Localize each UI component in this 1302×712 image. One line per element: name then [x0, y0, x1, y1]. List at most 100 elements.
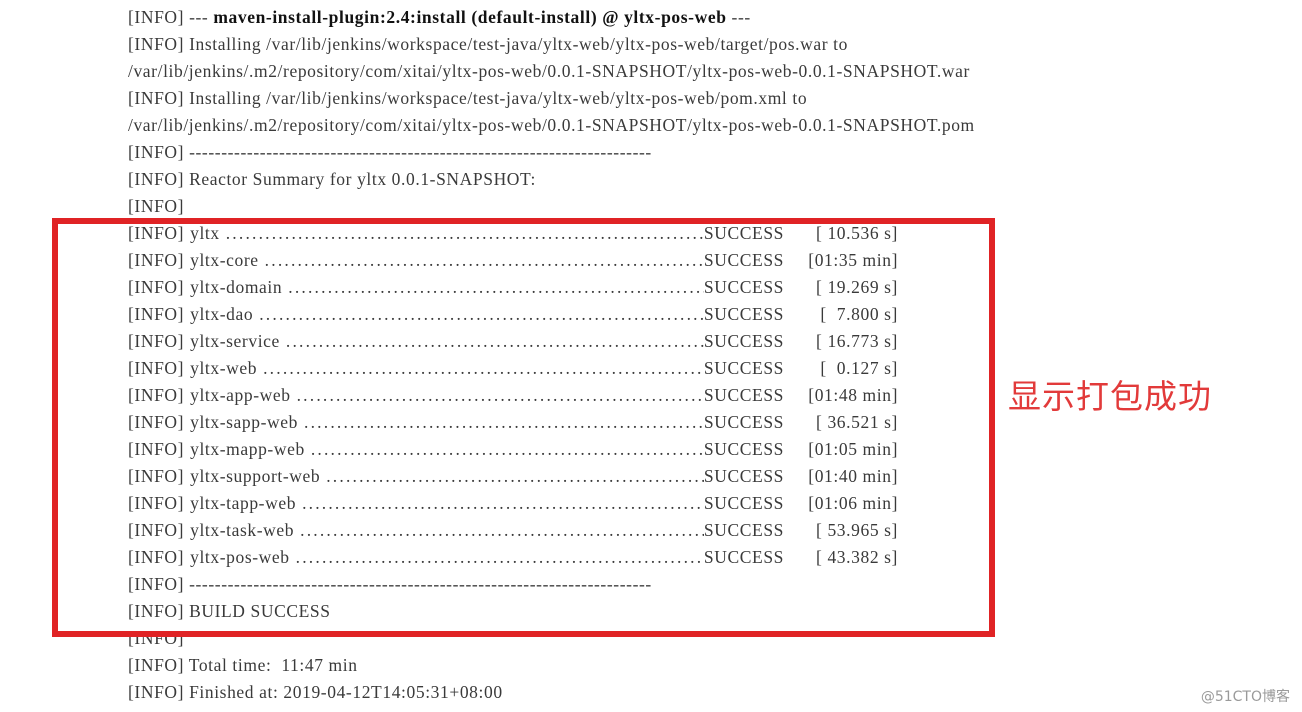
- reactor-module-name: yltx-support-web: [190, 466, 321, 486]
- reactor-module-duration: [01:40 min]: [808, 466, 898, 486]
- dotted-leader: ........................................…: [288, 277, 704, 297]
- log-line: [INFO] Finished at: 2019-04-12T14:05:31+…: [128, 679, 503, 706]
- log-goal-suffix: ---: [726, 7, 751, 27]
- log-message: Reactor Summary for yltx 0.0.1-SNAPSHOT:: [184, 169, 536, 189]
- dotted-leader: ........................................…: [304, 412, 704, 432]
- dotted-leader: ........................................…: [263, 358, 704, 378]
- log-message: Finished at: 2019-04-12T14:05:31+08:00: [184, 682, 503, 702]
- reactor-module-duration: [ 43.382 s]: [816, 547, 898, 567]
- log-level-tag: [INFO]: [128, 466, 185, 486]
- reactor-module-duration: [ 19.269 s]: [816, 277, 898, 297]
- reactor-module-row: [INFO] yltx-tapp-web.....................…: [128, 490, 898, 517]
- reactor-module-status: SUCCESS: [703, 520, 784, 540]
- reactor-module-name: yltx-task-web: [190, 520, 295, 540]
- reactor-module-duration: [01:05 min]: [808, 439, 898, 459]
- log-level-tag: [INFO]: [128, 547, 185, 567]
- log-line: [INFO] Installing /var/lib/jenkins/works…: [128, 85, 807, 112]
- log-level-tag: [INFO]: [128, 439, 185, 459]
- reactor-module-name: yltx-dao: [190, 304, 254, 324]
- log-level-tag: [INFO]: [128, 358, 185, 378]
- log-message: Installing /var/lib/jenkins/workspace/te…: [184, 34, 848, 54]
- log-level-tag: [INFO]: [128, 196, 185, 216]
- log-line: [INFO] BUILD SUCCESS: [128, 598, 331, 625]
- reactor-module-name: yltx-pos-web: [190, 547, 290, 567]
- reactor-module-duration: [01:35 min]: [808, 250, 898, 270]
- dotted-leader: ........................................…: [296, 385, 704, 405]
- reactor-module-row: [INFO] yltx-pos-web......................…: [128, 544, 898, 571]
- reactor-module-status: SUCCESS: [703, 466, 784, 486]
- reactor-module-duration: [ 0.127 s]: [820, 358, 898, 378]
- dotted-leader: ........................................…: [285, 331, 704, 351]
- log-goal-name: maven-install-plugin:2.4:install (defaul…: [213, 7, 727, 27]
- log-level-tag: [INFO]: [128, 412, 185, 432]
- dotted-leader: ........................................…: [300, 520, 704, 540]
- log-level-tag: [INFO]: [128, 142, 185, 162]
- log-message: BUILD SUCCESS: [184, 601, 331, 621]
- dotted-leader: ........................................…: [259, 304, 704, 324]
- reactor-module-duration: [ 7.800 s]: [820, 304, 898, 324]
- log-line: [INFO]: [128, 193, 184, 220]
- reactor-module-row: [INFO] yltx-dao..........................…: [128, 301, 898, 328]
- dotted-leader: ........................................…: [310, 439, 704, 459]
- reactor-module-status: SUCCESS: [703, 277, 784, 297]
- reactor-module-status: SUCCESS: [703, 304, 784, 324]
- reactor-module-status: SUCCESS: [703, 493, 784, 513]
- reactor-module-status: SUCCESS: [703, 412, 784, 432]
- reactor-module-name: yltx-mapp-web: [190, 439, 305, 459]
- watermark: @51CTO博客: [1200, 689, 1290, 705]
- reactor-module-row: [INFO] yltx-service......................…: [128, 328, 898, 355]
- reactor-module-status: SUCCESS: [703, 385, 784, 405]
- log-level-tag: [INFO]: [128, 250, 185, 270]
- dotted-leader: ........................................…: [326, 466, 704, 486]
- reactor-module-row: [INFO] yltx..............................…: [128, 220, 898, 247]
- reactor-module-duration: [01:06 min]: [808, 493, 898, 513]
- annotation-build-success-label: 显示打包成功: [1008, 377, 1212, 416]
- log-message: Total time: 11:47 min: [184, 655, 358, 675]
- reactor-module-row: [INFO] yltx-task-web.....................…: [128, 517, 898, 544]
- maven-build-console: [INFO] --- maven-install-plugin:2.4:inst…: [0, 0, 1302, 712]
- log-level-tag: [INFO]: [128, 34, 185, 54]
- reactor-module-row: [INFO] yltx-mapp-web.....................…: [128, 436, 898, 463]
- reactor-module-row: [INFO] yltx-core.........................…: [128, 247, 898, 274]
- reactor-module-name: yltx-domain: [190, 277, 283, 297]
- log-line: [INFO] Reactor Summary for yltx 0.0.1-SN…: [128, 166, 536, 193]
- log-level-tag: [INFO]: [128, 628, 185, 648]
- log-line: /var/lib/jenkins/.m2/repository/com/xita…: [128, 112, 975, 139]
- log-level-tag: [INFO]: [128, 331, 185, 351]
- reactor-module-name: yltx-sapp-web: [190, 412, 299, 432]
- log-level-tag: [INFO]: [128, 655, 185, 675]
- reactor-module-name: yltx-app-web: [190, 385, 291, 405]
- dotted-leader: ........................................…: [302, 493, 704, 513]
- log-level-tag: [INFO]: [128, 88, 185, 108]
- reactor-module-duration: [ 10.536 s]: [816, 223, 898, 243]
- reactor-module-name: yltx-tapp-web: [190, 493, 297, 513]
- reactor-module-status: SUCCESS: [703, 223, 784, 243]
- log-level-tag: [INFO]: [128, 520, 185, 540]
- reactor-module-duration: [ 36.521 s]: [816, 412, 898, 432]
- log-message: /var/lib/jenkins/.m2/repository/com/xita…: [128, 61, 970, 81]
- log-line: [INFO] ---------------------------------…: [128, 571, 652, 598]
- log-level-tag: [INFO]: [128, 223, 185, 243]
- log-message: ----------------------------------------…: [184, 574, 652, 594]
- reactor-module-status: SUCCESS: [703, 331, 784, 351]
- reactor-module-name: yltx-web: [190, 358, 258, 378]
- log-line: [INFO]: [128, 625, 184, 652]
- dotted-leader: ........................................…: [264, 250, 704, 270]
- reactor-module-duration: [01:48 min]: [808, 385, 898, 405]
- log-level-tag: [INFO]: [128, 277, 185, 297]
- log-level-tag: [INFO]: [128, 493, 185, 513]
- log-message: Installing /var/lib/jenkins/workspace/te…: [184, 88, 808, 108]
- reactor-module-status: SUCCESS: [703, 439, 784, 459]
- log-level-tag: [INFO]: [128, 169, 185, 189]
- reactor-module-name: yltx: [190, 223, 220, 243]
- log-level-tag: [INFO]: [128, 682, 185, 702]
- log-message: /var/lib/jenkins/.m2/repository/com/xita…: [128, 115, 975, 135]
- log-line: [INFO] --- maven-install-plugin:2.4:inst…: [128, 4, 751, 31]
- reactor-module-row: [INFO] yltx-web..........................…: [128, 355, 898, 382]
- reactor-module-row: [INFO] yltx-support-web..................…: [128, 463, 898, 490]
- dotted-leader: ........................................…: [295, 547, 704, 567]
- log-level-tag: [INFO]: [128, 385, 185, 405]
- log-message: ----------------------------------------…: [184, 142, 652, 162]
- reactor-module-status: SUCCESS: [703, 547, 784, 567]
- reactor-module-status: SUCCESS: [703, 358, 784, 378]
